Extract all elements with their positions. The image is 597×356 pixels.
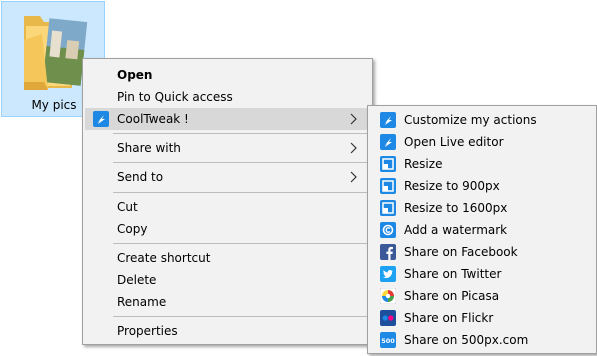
menu-item-send-to-label: Send to (117, 170, 164, 184)
menu-item-copy-label: Copy (117, 222, 148, 236)
menu-item-delete-label: Delete (117, 273, 157, 287)
menu-item-properties[interactable]: Properties (85, 320, 370, 342)
menu-item-create-shortcut[interactable]: Create shortcut (85, 247, 370, 269)
menu-separator (113, 243, 370, 244)
twitter-icon (380, 266, 396, 282)
menu-separator (113, 162, 370, 163)
picasa-icon (380, 288, 396, 304)
submenu-item-label: Resize to 1600px (404, 201, 508, 215)
menu-item-open-label: Open (117, 68, 153, 82)
cooltweak-icon (380, 112, 396, 128)
submenu-item-label: Share on Flickr (404, 311, 494, 325)
submenu-item-customize-actions[interactable]: Customize my actions (370, 109, 594, 131)
menu-item-pin-label: Pin to Quick access (117, 90, 233, 104)
submenu-item-label: Share on Picasa (404, 289, 500, 303)
facebook-icon (380, 244, 396, 260)
500px-icon-text: 500 (381, 337, 395, 345)
submenu-item-resize-900[interactable]: Resize to 900px (370, 175, 594, 197)
menu-item-cooltweak[interactable]: CoolTweak ! (85, 108, 370, 130)
menu-item-cut[interactable]: Cut (85, 196, 370, 218)
submenu-item-label: Resize to 900px (404, 179, 500, 193)
submenu-item-label: Resize (404, 157, 443, 171)
menu-item-cooltweak-label: CoolTweak ! (117, 112, 189, 126)
cooltweak-submenu: Customize my actions Open Live editor Re… (367, 105, 597, 354)
submenu-item-resize-1600[interactable]: Resize to 1600px (370, 197, 594, 219)
folder-icon (24, 16, 88, 90)
chevron-right-icon (350, 166, 360, 188)
submenu-item-share-500px[interactable]: 500 Share on 500px.com (370, 329, 594, 351)
submenu-item-share-picasa[interactable]: Share on Picasa (370, 285, 594, 307)
flickr-icon (380, 310, 396, 326)
context-menu: Open Pin to Quick access CoolTweak ! Sha… (82, 58, 373, 345)
submenu-item-label: Add a watermark (404, 223, 508, 237)
watermark-icon (380, 222, 396, 238)
submenu-item-share-facebook[interactable]: Share on Facebook (370, 241, 594, 263)
chevron-right-icon (350, 137, 360, 159)
resize-icon (380, 200, 396, 216)
resize-icon (380, 178, 396, 194)
menu-item-delete[interactable]: Delete (85, 269, 370, 291)
menu-separator (113, 192, 370, 193)
menu-item-send-to[interactable]: Send to (85, 166, 370, 188)
resize-icon (380, 156, 396, 172)
menu-separator (113, 316, 370, 317)
submenu-item-resize[interactable]: Resize (370, 153, 594, 175)
submenu-item-label: Share on 500px.com (404, 333, 529, 347)
menu-separator (113, 133, 370, 134)
submenu-item-share-flickr[interactable]: Share on Flickr (370, 307, 594, 329)
menu-item-share-with-label: Share with (117, 141, 181, 155)
cooltweak-icon (380, 134, 396, 150)
submenu-item-label: Share on Facebook (404, 245, 518, 259)
menu-item-open[interactable]: Open (85, 64, 370, 86)
submenu-item-share-twitter[interactable]: Share on Twitter (370, 263, 594, 285)
submenu-item-add-watermark[interactable]: Add a watermark (370, 219, 594, 241)
menu-item-pin-quick-access[interactable]: Pin to Quick access (85, 86, 370, 108)
chevron-right-icon (350, 108, 360, 130)
cooltweak-icon (93, 111, 109, 127)
500px-icon: 500 (380, 332, 396, 348)
menu-item-properties-label: Properties (117, 324, 178, 338)
menu-item-copy[interactable]: Copy (85, 218, 370, 240)
menu-item-rename-label: Rename (117, 295, 167, 309)
submenu-item-open-live-editor[interactable]: Open Live editor (370, 131, 594, 153)
submenu-item-label: Open Live editor (404, 135, 504, 149)
submenu-item-label: Share on Twitter (404, 267, 502, 281)
menu-item-cut-label: Cut (117, 200, 138, 214)
menu-item-create-shortcut-label: Create shortcut (117, 251, 211, 265)
menu-item-rename[interactable]: Rename (85, 291, 370, 313)
menu-item-share-with[interactable]: Share with (85, 137, 370, 159)
submenu-item-label: Customize my actions (404, 113, 537, 127)
